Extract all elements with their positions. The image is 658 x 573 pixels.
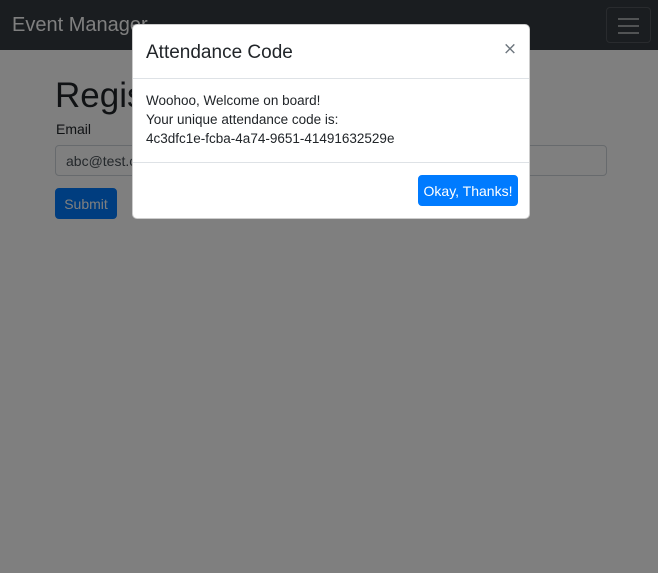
close-icon: × — [502, 39, 518, 59]
modal-body: Woohoo, Welcome on board! Your unique at… — [146, 91, 518, 148]
modal-header: Attendance Code × — [133, 25, 529, 79]
modal-footer: Okay, Thanks! — [133, 162, 529, 218]
attendance-code-modal: Attendance Code × Woohoo, Welcome on boa… — [132, 24, 530, 219]
welcome-message: Woohoo, Welcome on board! — [146, 93, 321, 108]
okay-thanks-button[interactable]: Okay, Thanks! — [418, 175, 518, 206]
attendance-code: 4c3dfc1e-fcba-4a74-9651-41491632529e — [146, 131, 395, 146]
modal-title: Attendance Code — [146, 42, 293, 63]
close-button[interactable]: × — [499, 38, 521, 60]
code-intro-text: Your unique attendance code is: — [146, 112, 339, 127]
